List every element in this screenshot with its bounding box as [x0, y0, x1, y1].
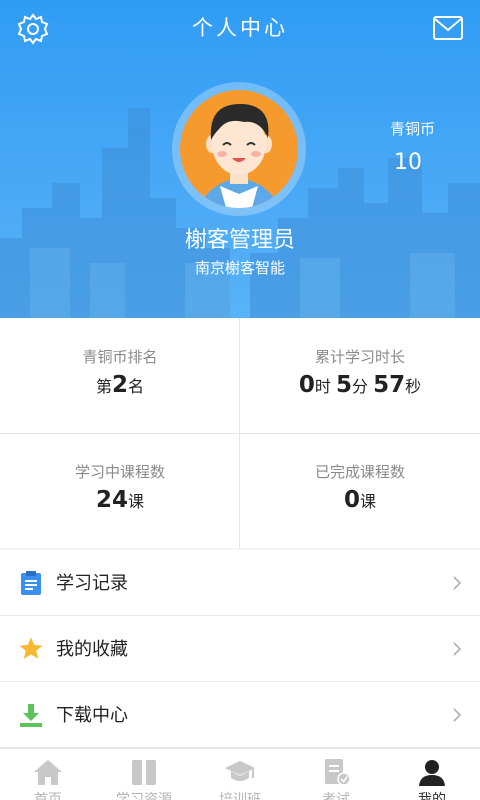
stat-value: 24课 [95, 487, 145, 513]
tab-label: 培训班 [219, 792, 261, 800]
stat-courses-in-progress[interactable]: 学习中课程数 24课 [0, 433, 240, 548]
tab-home[interactable]: 首页 [0, 749, 96, 800]
clipboard-icon [21, 571, 41, 595]
tab-label: 我的 [418, 792, 446, 800]
bronze-coin-label: 青铜币 [390, 120, 436, 138]
exam-icon [325, 759, 351, 786]
divider [0, 433, 480, 434]
tab-exam[interactable]: 考试 [288, 749, 384, 800]
stat-label: 学习中课程数 [74, 463, 165, 481]
stat-label: 已完成课程数 [314, 463, 405, 481]
menu-list: 学习记录 我的收藏 下载中心 [0, 550, 480, 748]
chevron-right-icon [453, 576, 462, 590]
stats-panel: 青铜币排名 第2名 累计学习时长 0时 5分 57秒 学习中课程数 24课 已完… [0, 318, 480, 548]
tab-mine[interactable]: 我的 [384, 749, 480, 800]
stat-value: 0时 5分 57秒 [298, 372, 422, 398]
stat-label: 累计学习时长 [314, 348, 405, 366]
user-organization: 南京榭客智能 [194, 259, 285, 277]
user-name: 榭客管理员 [184, 228, 295, 253]
profile-page: 个人中心 榭客管理员 南京榭客智能 青铜币 10 青铜币排名 第2名 累计学习时… [0, 0, 480, 800]
chevron-right-icon [453, 708, 462, 722]
stat-label: 青铜币排名 [82, 348, 158, 366]
book-icon [132, 760, 156, 785]
stat-study-time: 累计学习时长 0时 5分 57秒 [240, 318, 480, 433]
bottom-tab-bar: 首页 学习资源 培训班 考试 我的 [0, 748, 480, 800]
tab-label: 考试 [322, 792, 350, 800]
chevron-right-icon [453, 642, 462, 656]
download-icon [20, 704, 42, 727]
menu-item-label: 我的收藏 [56, 639, 128, 660]
menu-item-favorites[interactable]: 我的收藏 [0, 616, 480, 682]
menu-item-download-center[interactable]: 下载中心 [0, 682, 480, 748]
tab-label: 学习资源 [116, 792, 172, 800]
graduation-cap-icon [225, 761, 255, 781]
home-icon [34, 760, 62, 785]
tab-learning-resources[interactable]: 学习资源 [96, 749, 192, 800]
stat-value: 第2名 [95, 372, 145, 398]
avatar-cartoon-icon [198, 104, 280, 208]
profile-header: 个人中心 榭客管理员 南京榭客智能 青铜币 10 [0, 0, 480, 318]
tab-training-class[interactable]: 培训班 [192, 749, 288, 800]
page-title: 个人中心 [192, 16, 288, 40]
stat-coin-ranking: 青铜币排名 第2名 [0, 318, 240, 433]
tab-label: 首页 [34, 792, 62, 800]
user-icon [419, 760, 445, 786]
mail-icon[interactable] [432, 14, 464, 42]
avatar-ring[interactable] [172, 82, 306, 216]
bronze-coin-value: 10 [394, 150, 422, 175]
menu-item-study-records[interactable]: 学习记录 [0, 550, 480, 616]
stat-value: 0课 [343, 487, 377, 513]
menu-item-label: 学习记录 [56, 573, 128, 594]
menu-item-label: 下载中心 [56, 705, 128, 726]
avatar[interactable] [180, 90, 298, 208]
star-icon [19, 637, 43, 659]
stat-courses-completed[interactable]: 已完成课程数 0课 [240, 433, 480, 548]
